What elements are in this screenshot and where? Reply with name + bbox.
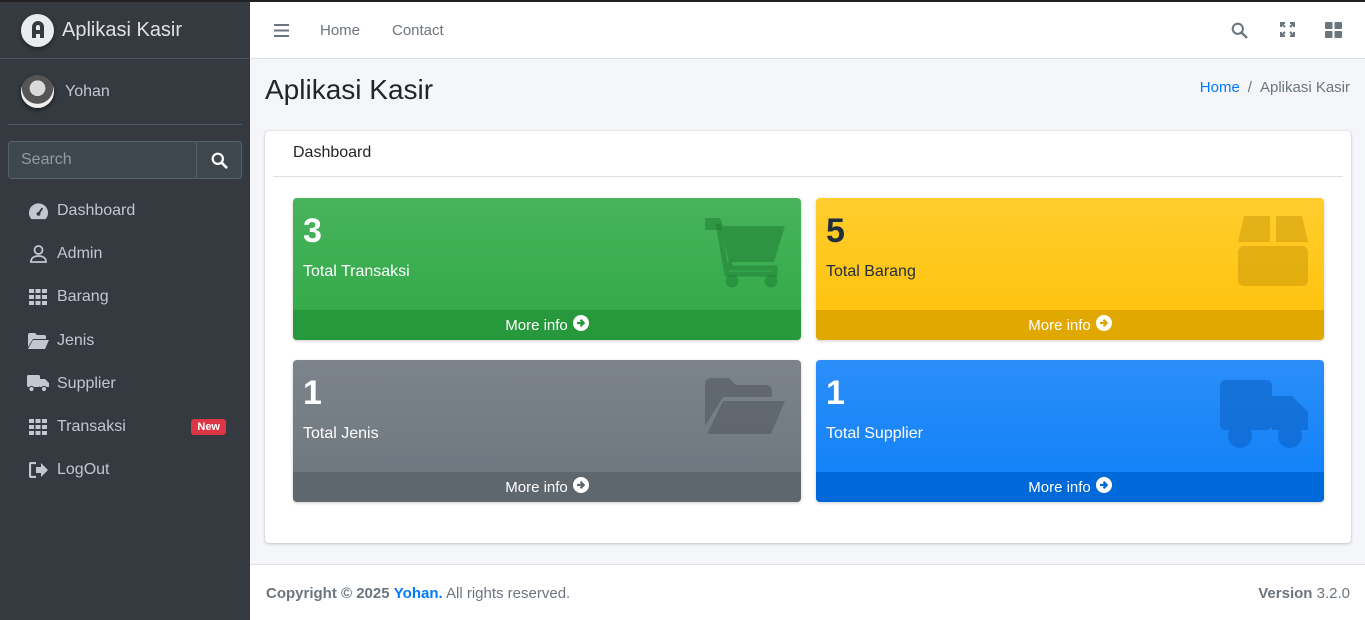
site-footer: Copyright © 2025 Yohan. All rights reser… (250, 564, 1365, 620)
user-name[interactable]: Yohan (65, 83, 110, 101)
avatar (21, 75, 54, 108)
user-icon (27, 244, 49, 264)
box-label: Total Transaksi (303, 263, 410, 280)
box-label: Total Jenis (303, 425, 379, 442)
card-title: Dashboard (273, 131, 1343, 177)
sidebar-item-label: Dashboard (57, 201, 136, 219)
version-label: Version (1258, 585, 1313, 602)
arrow-circle-right-icon (1095, 315, 1112, 335)
more-info-label: More info (1028, 316, 1091, 334)
sidebar-item-label: Jenis (57, 331, 95, 349)
box-value: 1 (303, 374, 322, 412)
search-icon (211, 152, 228, 169)
search-button[interactable] (196, 141, 242, 179)
truck-icon (1220, 378, 1308, 455)
small-box-transaksi: 3 Total Transaksi More info (293, 198, 801, 340)
sidebar-item-barang[interactable]: Barang (8, 276, 242, 319)
version-info: Version 3.2.0 (1258, 585, 1350, 602)
brand-logo-icon (21, 13, 54, 47)
sidebar-item-dashboard[interactable]: Dashboard (8, 189, 242, 232)
arrow-circle-right-icon (572, 477, 589, 497)
more-info-link[interactable]: More info (816, 472, 1324, 502)
sidebar-item-label: LogOut (57, 461, 110, 479)
nav-link-contact[interactable]: Contact (392, 22, 444, 39)
small-box-jenis: 1 Total Jenis More info (293, 360, 801, 502)
box-value: 1 (826, 374, 845, 412)
sidebar-item-supplier[interactable]: Supplier (8, 362, 242, 405)
more-info-label: More info (505, 316, 568, 334)
brand-title: Aplikasi Kasir (62, 18, 183, 41)
owner-link[interactable]: Yohan. (394, 585, 443, 602)
small-box-barang: 5 Total Barang More info (816, 198, 1324, 340)
dashboard-card: Dashboard 3 Total Transaksi More info 5 … (265, 131, 1351, 543)
breadcrumb: Home / Aplikasi Kasir (1200, 79, 1350, 96)
breadcrumb-home-link[interactable]: Home (1200, 79, 1240, 96)
box-value: 3 (303, 212, 322, 250)
control-sidebar-icon[interactable] (1325, 22, 1342, 43)
arrow-circle-right-icon (572, 315, 589, 335)
sidebar-item-transaksi[interactable]: Transaksi New (8, 405, 242, 448)
breadcrumb-separator: / (1247, 79, 1252, 96)
arrow-circle-right-icon (1095, 477, 1112, 497)
box-value: 5 (826, 212, 845, 250)
sidebar-item-logout[interactable]: LogOut (8, 449, 242, 492)
sidebar-item-admin[interactable]: Admin (8, 232, 242, 275)
search-icon[interactable] (1231, 22, 1248, 44)
grid-icon (27, 287, 49, 307)
shopping-cart-icon (705, 216, 785, 293)
sidebar: Aplikasi Kasir Yohan Dashboard Admin (0, 0, 250, 620)
sidebar-nav: Dashboard Admin Barang Jenis Supplier Tr… (0, 189, 250, 492)
new-badge: New (191, 419, 226, 436)
more-info-label: More info (505, 478, 568, 496)
box-label: Total Barang (826, 263, 916, 280)
page-title: Aplikasi Kasir (265, 74, 434, 105)
version-number: 3.2.0 (1316, 585, 1350, 602)
rights-text: All rights reserved. (446, 585, 571, 602)
top-navbar: Home Contact (250, 0, 1365, 59)
small-box-supplier: 1 Total Supplier More info (816, 360, 1324, 502)
search-input[interactable] (8, 141, 196, 179)
more-info-link[interactable]: More info (293, 310, 801, 340)
sidebar-item-label: Supplier (57, 374, 116, 392)
sign-out-icon (27, 460, 49, 480)
box-label: Total Supplier (826, 425, 923, 442)
folder-open-icon (705, 378, 785, 439)
sidebar-item-label: Barang (57, 288, 109, 306)
truck-icon (27, 374, 49, 394)
nav-link-home[interactable]: Home (320, 22, 360, 39)
sidebar-search (8, 141, 242, 179)
menu-toggle-icon[interactable] (274, 24, 289, 42)
more-info-label: More info (1028, 478, 1091, 496)
copyright: Copyright © 2025 Yohan. All rights reser… (266, 585, 570, 602)
box-icon (1238, 216, 1308, 291)
tachometer-icon (27, 201, 49, 221)
grid-icon (27, 417, 49, 437)
more-info-link[interactable]: More info (816, 310, 1324, 340)
more-info-link[interactable]: More info (293, 472, 801, 502)
user-panel[interactable]: Yohan (8, 59, 242, 125)
folder-open-icon (27, 331, 49, 351)
sidebar-item-jenis[interactable]: Jenis (8, 319, 242, 362)
sidebar-item-label: Admin (57, 244, 103, 262)
sidebar-item-label: Transaksi (57, 418, 126, 436)
fullscreen-icon[interactable] (1280, 22, 1295, 42)
breadcrumb-current: Aplikasi Kasir (1259, 79, 1350, 96)
copyright-prefix: Copyright © 2025 (266, 585, 390, 602)
brand-link[interactable]: Aplikasi Kasir (0, 2, 250, 59)
